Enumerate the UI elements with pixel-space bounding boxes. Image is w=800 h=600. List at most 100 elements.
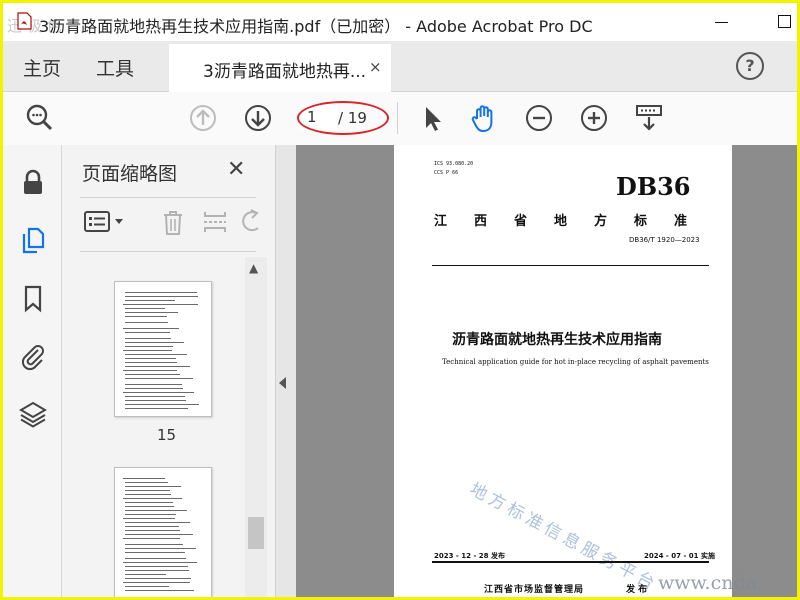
thumbnail-text-line — [125, 574, 166, 575]
document-tab[interactable]: 3沥青路面就地热再... × — [169, 44, 391, 92]
thumbnail-text-line — [125, 544, 183, 545]
thumbnail-text-line — [125, 378, 193, 379]
extract-page-icon[interactable] — [200, 207, 230, 237]
thumbnail-text-line — [125, 338, 171, 339]
panel-collapse-bar[interactable] — [276, 145, 296, 597]
thumbnail-text-line — [123, 370, 177, 371]
thumbnail-text-line — [125, 374, 180, 375]
thumbnail-text-line — [125, 362, 177, 363]
left-navigation-rail — [3, 145, 62, 597]
minimize-button[interactable] — [709, 9, 735, 35]
tab-home[interactable]: 主页 — [23, 54, 61, 81]
footer-rule — [432, 561, 709, 563]
thumbnail-text-line — [123, 538, 180, 539]
thumbnail-text-line — [125, 332, 170, 333]
thumbnail-text-line — [125, 552, 185, 553]
thumbnail-options-icon[interactable] — [82, 207, 128, 237]
layers-icon[interactable] — [18, 399, 48, 429]
document-title-en: Technical application guide for hot in-p… — [442, 358, 709, 366]
tab-bar: 主页 工具 3沥青路面就地热再... × ? — [3, 41, 797, 92]
next-page-icon[interactable] — [242, 102, 274, 134]
thumbnail-page-15[interactable] — [114, 281, 212, 417]
close-panel-button[interactable]: ✕ — [227, 157, 245, 182]
db-code: DB36 — [616, 172, 691, 201]
document-tab-label: 3沥青路面就地热再... — [203, 62, 367, 82]
thumbnail-text-line — [125, 384, 182, 385]
help-icon[interactable]: ? — [736, 52, 764, 80]
issue-label: 发 布 — [626, 585, 648, 595]
thumbnail-text-line — [125, 292, 197, 293]
header-rule — [432, 265, 709, 266]
zoom-in-icon[interactable] — [578, 102, 610, 134]
thumbnail-text-line — [125, 316, 167, 317]
thumbnail-text-line — [125, 534, 193, 535]
thumbnail-text-line — [123, 392, 194, 393]
ics-code: ICS 93.080.20 — [434, 161, 474, 167]
tab-tools[interactable]: 工具 — [96, 54, 134, 81]
panel-divider — [80, 197, 256, 198]
toolbar: 1 / 19 — [3, 92, 797, 146]
thumbnail-text-line — [125, 510, 187, 511]
rotate-page-icon[interactable] — [236, 207, 266, 237]
thumbnail-text-line — [123, 478, 165, 479]
close-tab-button[interactable]: × — [369, 58, 382, 76]
document-view[interactable]: ICS 93.080.20 CCS P 66 DB36 江西省地方标准 DB36… — [276, 145, 797, 597]
thumbnail-text-line — [125, 300, 175, 301]
thumbnail-text-line — [125, 526, 179, 527]
thumbnail-text-line — [125, 354, 187, 355]
select-cursor-icon[interactable] — [415, 102, 447, 134]
thumbnail-text-line — [125, 570, 189, 571]
thumbnail-text-line — [123, 350, 172, 351]
maximize-button[interactable] — [772, 9, 797, 35]
thumbnail-text-line — [125, 502, 173, 503]
thumbnail-text-line — [125, 490, 170, 491]
thumbnail-text-line — [125, 482, 168, 483]
search-icon[interactable] — [23, 102, 55, 134]
thumbnail-text-line — [123, 562, 197, 563]
thumbnail-text-line — [125, 530, 180, 531]
thumbnail-text-line — [125, 566, 188, 567]
zoom-out-icon[interactable] — [523, 102, 555, 134]
thumbnail-text-line — [125, 396, 185, 397]
previous-page-icon[interactable] — [187, 102, 219, 134]
thumbnail-text-line — [125, 514, 176, 515]
thumbnail-text-line — [123, 498, 182, 499]
thumbnail-page-16[interactable] — [114, 467, 212, 597]
thumbnail-text-line — [125, 578, 191, 579]
standard-number: DB36/T 1920—2023 — [629, 236, 700, 244]
thumbnail-text-line — [125, 548, 196, 549]
thumbnail-panel: 页面缩略图 ✕ ▲ 15 — [62, 145, 276, 597]
attachment-icon[interactable] — [18, 341, 48, 371]
page-watermark: 地方标准信息服务平台 — [466, 479, 662, 596]
page-thumbnails-icon[interactable] — [18, 225, 48, 255]
thumbnail-page-number: 15 — [157, 426, 177, 444]
pdf-file-icon — [17, 12, 32, 30]
bookmark-icon[interactable] — [18, 283, 48, 313]
thumbnail-text-line — [123, 328, 179, 329]
collapse-panel-arrow-icon[interactable] — [279, 377, 286, 389]
thumbnail-text-line — [123, 518, 175, 519]
lock-icon[interactable] — [18, 167, 48, 197]
thumbnail-text-line — [125, 522, 190, 523]
thumbnail-text-line — [125, 346, 173, 347]
page-display-icon[interactable] — [633, 102, 665, 134]
thumbnail-text-line — [125, 486, 181, 487]
red-annotation-ellipse — [297, 101, 389, 135]
document-title-cn: 沥青路面就地热再生技术应用指南 — [452, 332, 662, 348]
thumbnail-text-line — [125, 296, 198, 297]
title-bar: 迅 极 色 3沥青路面就地热再生技术应用指南.pdf（已加密） - Adobe … — [3, 3, 797, 41]
thumbnail-text-line — [125, 366, 190, 367]
panel-title: 页面缩略图 — [82, 163, 178, 185]
scroll-up-arrow[interactable]: ▲ — [249, 261, 258, 275]
delete-page-icon[interactable] — [158, 207, 188, 237]
panel-divider — [80, 251, 256, 252]
hand-tool-icon[interactable] — [468, 102, 500, 134]
implement-date: 2024 - 07 - 01 实施 — [644, 552, 715, 560]
scrollbar-thumb[interactable] — [248, 517, 264, 549]
pdf-page: ICS 93.080.20 CCS P 66 DB36 江西省地方标准 DB36… — [394, 145, 732, 597]
document-background — [732, 145, 797, 597]
thumbnail-text-line — [125, 322, 168, 323]
thumbnail-text-line — [125, 404, 199, 405]
thumbnail-text-line — [123, 582, 190, 583]
thumbnail-text-line — [125, 586, 169, 587]
